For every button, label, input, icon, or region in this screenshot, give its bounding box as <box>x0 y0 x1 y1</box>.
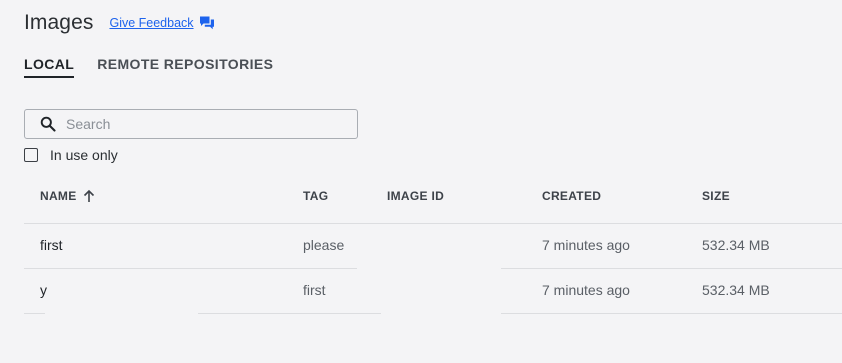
image-created: 7 minutes ago <box>542 282 630 298</box>
column-header-image-id[interactable]: IMAGE ID <box>387 189 444 203</box>
column-header-name[interactable]: NAME <box>40 189 96 203</box>
images-table: NAME TAG IMAGE ID CREATED SIZE first ple… <box>24 176 842 314</box>
column-header-created[interactable]: CREATED <box>542 189 601 203</box>
image-size: 532.34 MB <box>702 282 770 298</box>
page-header: Images Give Feedback <box>24 10 215 36</box>
image-tag: please <box>303 237 345 253</box>
search-icon <box>40 116 56 132</box>
image-size: 532.34 MB <box>702 237 770 253</box>
image-created: 7 minutes ago <box>542 237 630 253</box>
row-divider <box>24 313 45 314</box>
page-title: Images <box>24 11 94 34</box>
image-name[interactable]: y <box>40 282 47 298</box>
row-divider <box>198 313 381 314</box>
give-feedback-link[interactable]: Give Feedback <box>109 15 214 31</box>
table-header: NAME TAG IMAGE ID CREATED SIZE <box>24 176 842 224</box>
arrow-up-icon[interactable] <box>82 189 96 203</box>
search-box[interactable] <box>24 109 358 139</box>
tab-remote-repositories[interactable]: REMOTE REPOSITORIES <box>97 56 273 78</box>
column-header-name-label: NAME <box>40 189 77 203</box>
chat-bubbles-icon[interactable] <box>199 15 215 31</box>
column-header-tag[interactable]: TAG <box>303 189 328 203</box>
in-use-label: In use only <box>50 147 118 163</box>
column-header-size[interactable]: SIZE <box>702 189 730 203</box>
image-tag: first <box>303 282 326 298</box>
table-row[interactable]: first please 7 minutes ago 532.34 MB <box>24 224 842 269</box>
table-row[interactable]: y first 7 minutes ago 532.34 MB <box>24 269 842 314</box>
row-divider <box>501 313 842 314</box>
image-name[interactable]: first <box>40 237 63 253</box>
give-feedback-label[interactable]: Give Feedback <box>109 16 193 30</box>
in-use-checkbox[interactable] <box>24 148 38 162</box>
in-use-filter[interactable]: In use only <box>24 147 118 163</box>
search-input[interactable] <box>66 116 336 132</box>
tab-local[interactable]: LOCAL <box>24 56 75 78</box>
image-tabs: LOCAL REMOTE REPOSITORIES <box>24 56 296 78</box>
